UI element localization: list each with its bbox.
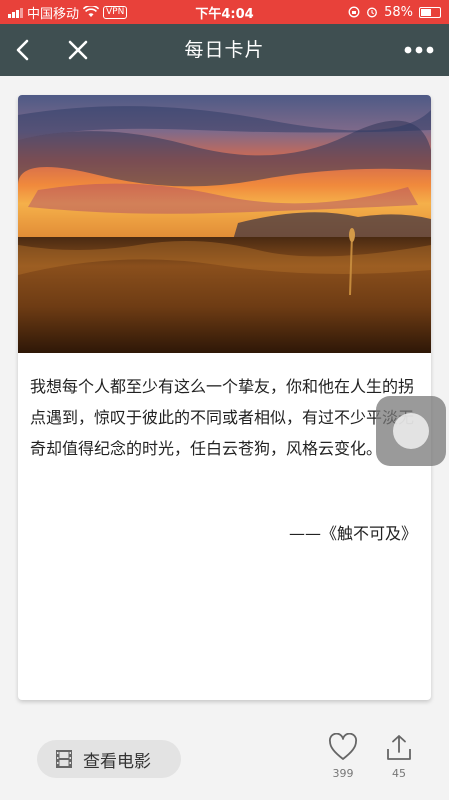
heart-icon — [329, 732, 357, 760]
carrier-label: 中国移动 — [27, 6, 80, 22]
view-movie-button[interactable]: 查看电影 — [37, 740, 181, 778]
vpn-badge: VPN — [103, 5, 128, 19]
wifi-icon — [83, 6, 100, 17]
film-icon — [56, 750, 72, 768]
like-count: 399 — [332, 767, 354, 780]
daily-card: 我想每个人都至少有这么一个挚友，你和他在人生的拐点遇到，惊叹于彼此的不同或者相似… — [18, 95, 431, 700]
share-count: 45 — [392, 767, 406, 780]
alarm-icon — [367, 7, 378, 18]
battery-percent: 58% — [384, 4, 413, 20]
status-bar: 中国移动 VPN 下午4:04 58% — [0, 0, 449, 24]
orientation-lock-icon — [348, 6, 360, 18]
nav-bar: 每日卡片 — [0, 24, 449, 76]
assistive-touch-button[interactable] — [376, 396, 446, 466]
share-button[interactable]: 45 — [382, 733, 416, 780]
signal-icon — [8, 7, 23, 18]
view-movie-label: 查看电影 — [83, 751, 151, 772]
page-title: 每日卡片 — [184, 39, 265, 61]
like-button[interactable]: 399 — [326, 732, 360, 780]
share-icon — [387, 735, 411, 760]
status-time: 下午4:04 — [195, 6, 254, 22]
battery-icon — [419, 6, 441, 18]
quote-text: 我想每个人都至少有这么一个挚友，你和他在人生的拐点遇到，惊叹于彼此的不同或者相似… — [30, 377, 415, 458]
quote-source: ——《触不可及》 — [288, 524, 417, 543]
sunset-wheat-field-image — [18, 95, 431, 353]
more-icon[interactable] — [401, 36, 437, 64]
